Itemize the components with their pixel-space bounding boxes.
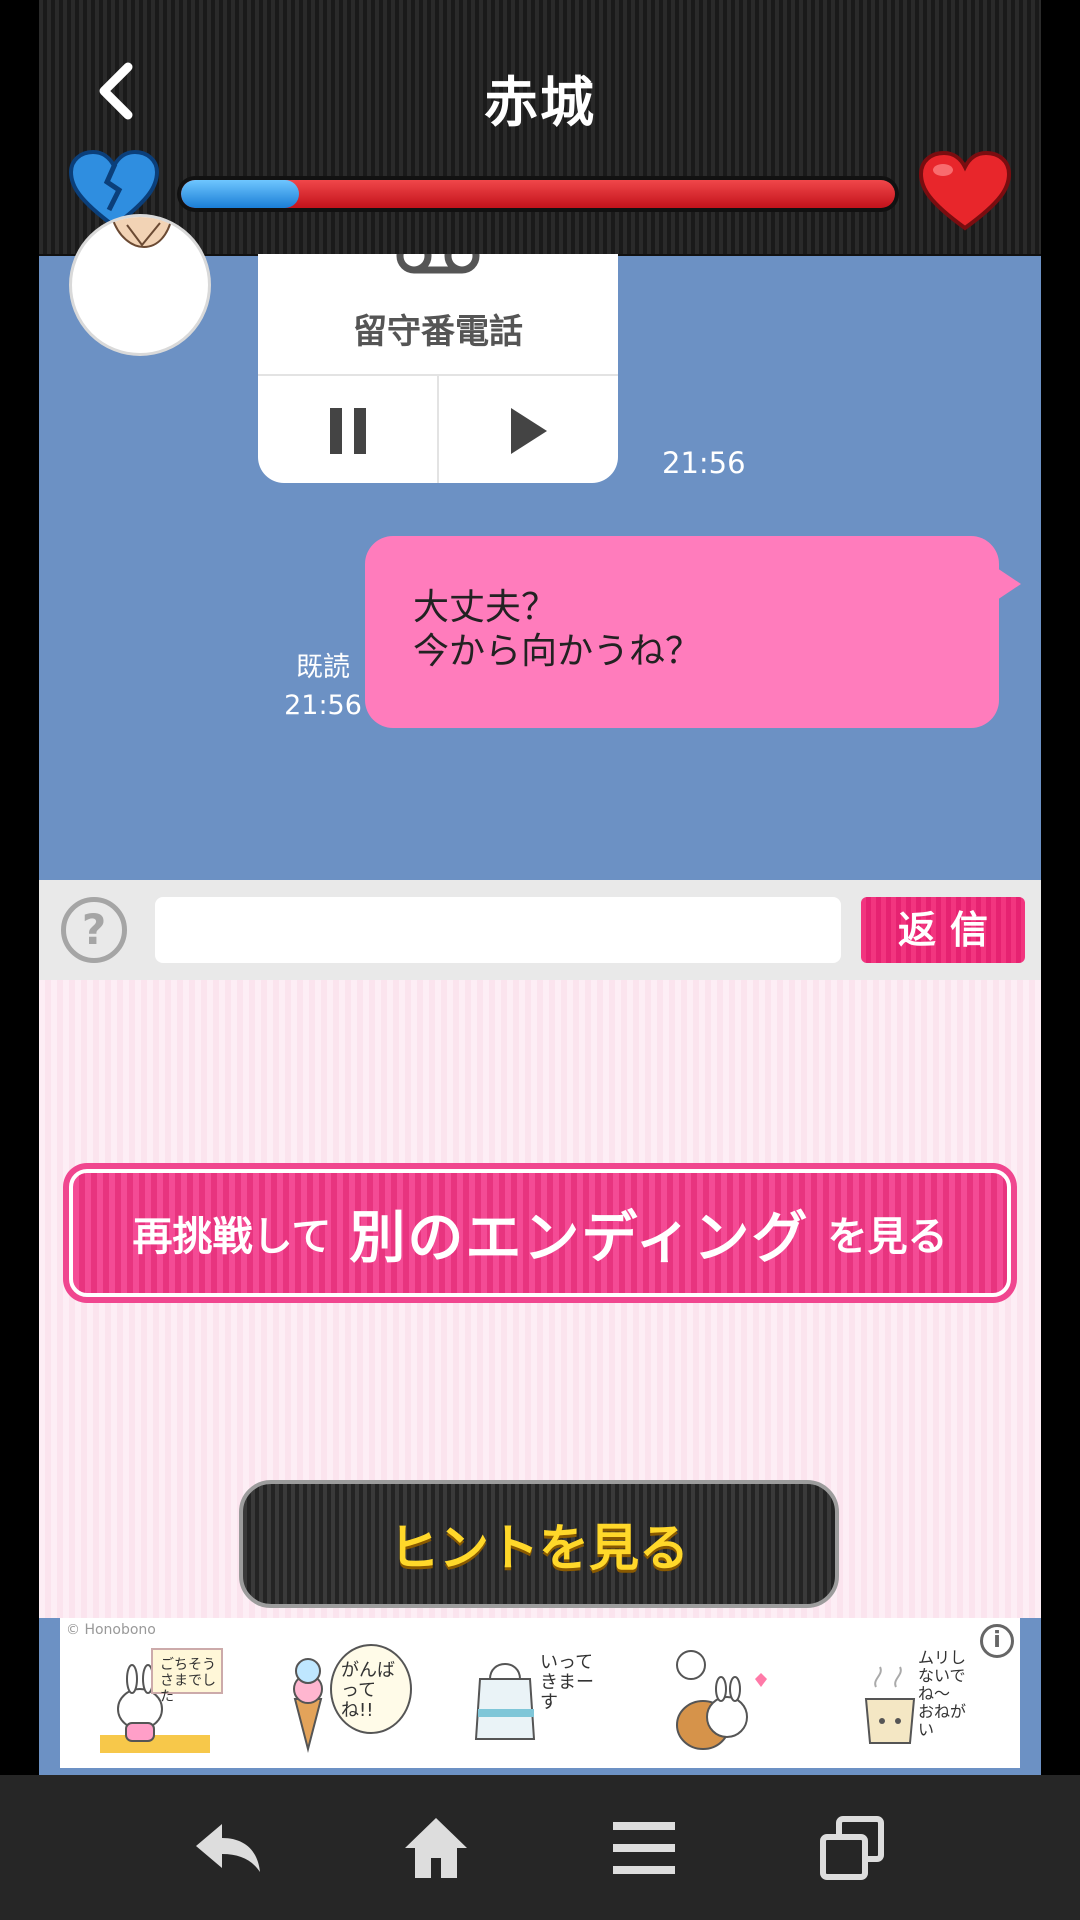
heart-icon bbox=[919, 150, 1011, 231]
reply-input-bar: ? 返信 bbox=[39, 880, 1041, 980]
received-time: 21:56 bbox=[662, 446, 746, 480]
reply-button[interactable]: 返信 bbox=[861, 897, 1025, 963]
header-bar: 赤城 bbox=[39, 0, 1041, 256]
app-screen: 赤城 留守番電話 21:56 大丈夫？ 今から向かうね？ 既読 21:56 ? … bbox=[39, 0, 1041, 1775]
voicemail-card: 留守番電話 bbox=[258, 254, 618, 483]
sticker1-text: ごちそうさまでした bbox=[160, 1657, 216, 1705]
home-icon bbox=[405, 1818, 467, 1878]
affection-meter-fill bbox=[181, 180, 299, 208]
read-status: 既読 21:56 bbox=[275, 649, 371, 725]
sent-time: 21:56 bbox=[284, 690, 362, 721]
bunny-hug-icon bbox=[676, 1650, 767, 1750]
message-line-1: 大丈夫？ bbox=[413, 587, 558, 628]
reply-input[interactable] bbox=[155, 897, 841, 963]
sticker-icecream: がんばってね!! bbox=[275, 1639, 415, 1757]
sticker-tea: ムリしないでね〜 おねがい bbox=[830, 1639, 970, 1757]
sent-message-bubble: 大丈夫？ 今から向かうね？ bbox=[365, 536, 999, 728]
play-icon bbox=[510, 407, 547, 454]
sticker3-text: いってきまーす bbox=[540, 1652, 594, 1713]
pause-button[interactable] bbox=[258, 376, 437, 483]
affection-meter bbox=[177, 176, 899, 212]
system-nav-bar bbox=[0, 1775, 1080, 1920]
retry-main-label: 別のエンディング bbox=[349, 1205, 810, 1271]
sticker-bunny-hug bbox=[645, 1639, 785, 1757]
message-line-2: 今から向かうね？ bbox=[413, 631, 702, 672]
action-panel: 再挑戦して 別のエンディング を見る ヒントを見る bbox=[39, 980, 1041, 1618]
sticker-bunny-picnic: ごちそうさまでした bbox=[90, 1639, 230, 1757]
affection-meter-track bbox=[181, 180, 895, 208]
bubble-tail bbox=[997, 568, 1021, 600]
voicemail-icon bbox=[396, 254, 480, 274]
voicemail-controls bbox=[258, 374, 618, 483]
ad-credit: © Honobono bbox=[66, 1622, 156, 1638]
nav-home-button[interactable] bbox=[396, 1813, 476, 1883]
ad-banner[interactable]: © Honobono i ごちそうさまでした がんばってね!! いってきまーす … bbox=[60, 1618, 1020, 1768]
retry-ending-button[interactable]: 再挑戦して 別のエンディング を見る bbox=[63, 1163, 1017, 1303]
sticker-bag: いってきまーす bbox=[460, 1639, 600, 1757]
page-title: 赤城 bbox=[484, 71, 596, 134]
play-button[interactable] bbox=[437, 376, 618, 483]
hint-button[interactable]: ヒントを見る bbox=[239, 1480, 839, 1608]
read-label: 既読 bbox=[296, 652, 350, 683]
sticker2-text: がんばってね!! bbox=[341, 1660, 395, 1721]
menu-icon bbox=[613, 1822, 675, 1874]
nav-menu-button[interactable] bbox=[604, 1813, 684, 1883]
sticker5-text: ムリしないでね〜 おねがい bbox=[918, 1648, 967, 1739]
retry-post-label: を見る bbox=[827, 1214, 948, 1260]
sticker-row: ごちそうさまでした がんばってね!! いってきまーす ムリしないでね〜 おねがい bbox=[90, 1638, 970, 1758]
pause-icon bbox=[329, 407, 366, 454]
avatar-illustration bbox=[111, 217, 173, 249]
voicemail-label: 留守番電話 bbox=[353, 312, 523, 352]
back-arrow-icon bbox=[196, 1824, 260, 1872]
nav-recent-apps-button[interactable] bbox=[812, 1813, 892, 1883]
info-icon[interactable]: i bbox=[980, 1624, 1014, 1658]
avatar bbox=[69, 214, 211, 356]
retry-ending-inner: 再挑戦して 別のエンディング を見る bbox=[69, 1169, 1011, 1297]
recent-apps-icon bbox=[820, 1816, 884, 1880]
chat-area: 留守番電話 21:56 大丈夫？ 今から向かうね？ 既読 21:56 bbox=[39, 214, 1041, 880]
help-button[interactable]: ? bbox=[61, 897, 127, 963]
retry-pre-label: 再挑戦して bbox=[132, 1214, 332, 1260]
nav-back-button[interactable] bbox=[188, 1813, 268, 1883]
